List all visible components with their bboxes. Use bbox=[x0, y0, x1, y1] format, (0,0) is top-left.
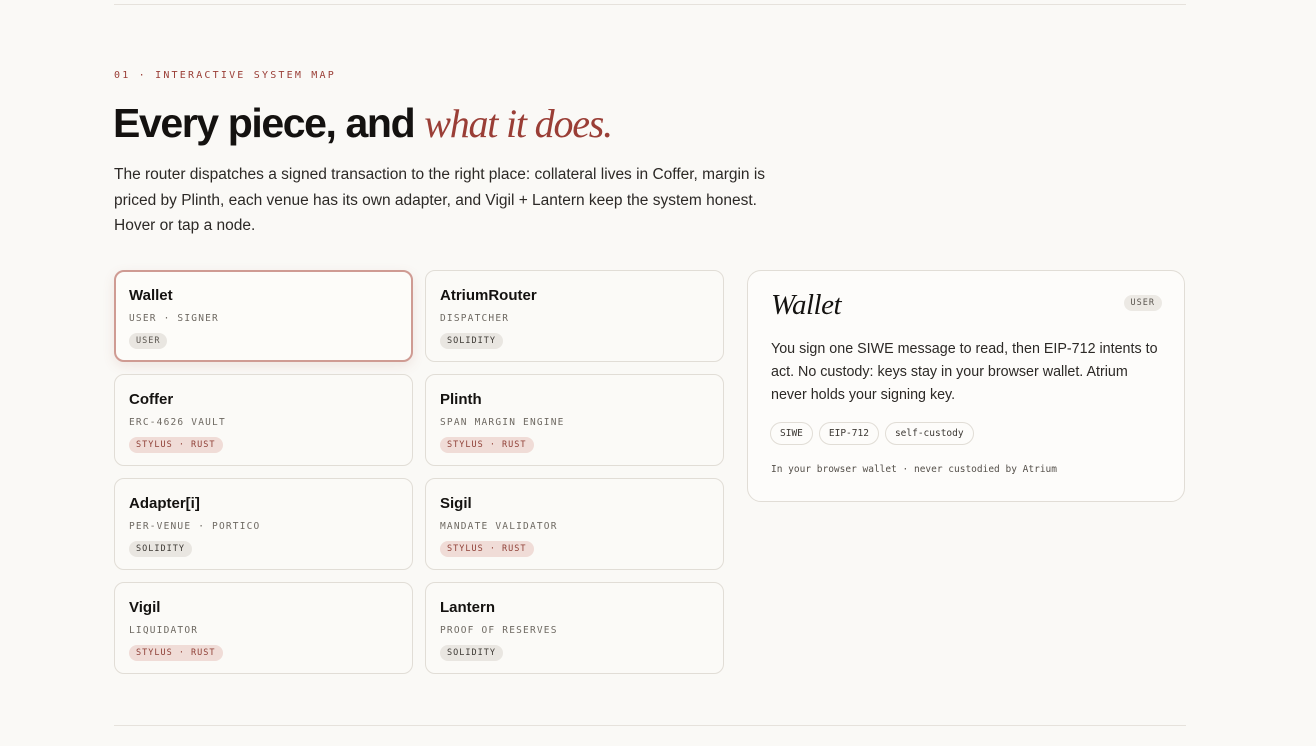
node-card-lantern[interactable]: Lantern PROOF OF RESERVES SOLIDITY bbox=[425, 582, 724, 674]
node-role: ERC-4626 VAULT bbox=[129, 417, 226, 428]
node-card-atriumrouter[interactable]: AtriumRouter DISPATCHER SOLIDITY bbox=[425, 270, 724, 362]
node-role: DISPATCHER bbox=[440, 313, 510, 324]
node-role: SPAN MARGIN ENGINE bbox=[440, 417, 565, 428]
node-card-plinth[interactable]: Plinth SPAN MARGIN ENGINE STYLUS · RUST bbox=[425, 374, 724, 466]
detail-badge: USER bbox=[1123, 295, 1162, 311]
node-tag: STYLUS · RUST bbox=[129, 437, 223, 453]
node-role: LIQUIDATOR bbox=[129, 625, 199, 636]
node-title: Wallet bbox=[129, 287, 173, 304]
node-tag: SOLIDITY bbox=[440, 333, 503, 349]
node-tag: STYLUS · RUST bbox=[440, 437, 534, 453]
node-title: Vigil bbox=[129, 599, 161, 616]
node-title: Plinth bbox=[440, 391, 482, 408]
node-card-adapter[interactable]: Adapter[i] PER-VENUE · PORTICO SOLIDITY bbox=[114, 478, 413, 570]
node-card-wallet[interactable]: Wallet USER · SIGNER USER bbox=[114, 270, 413, 362]
detail-chip: self-custody bbox=[884, 422, 974, 445]
node-tag: STYLUS · RUST bbox=[440, 541, 534, 557]
node-title: AtriumRouter bbox=[440, 287, 537, 304]
node-title: Lantern bbox=[440, 599, 496, 616]
section-eyebrow: 01 · INTERACTIVE SYSTEM MAP bbox=[114, 70, 336, 81]
detail-chip: EIP-712 bbox=[818, 422, 879, 445]
node-card-vigil[interactable]: Vigil LIQUIDATOR STYLUS · RUST bbox=[114, 582, 413, 674]
node-card-sigil[interactable]: Sigil MANDATE VALIDATOR STYLUS · RUST bbox=[425, 478, 724, 570]
node-role: PROOF OF RESERVES bbox=[440, 625, 558, 636]
node-tag: SOLIDITY bbox=[129, 541, 192, 557]
node-title: Adapter[i] bbox=[129, 495, 200, 512]
detail-footer: In your browser wallet · never custodied… bbox=[771, 464, 1057, 475]
section-intro: The router dispatches a signed transacti… bbox=[114, 166, 766, 234]
bottom-divider bbox=[114, 725, 1186, 726]
node-role: USER · SIGNER bbox=[129, 313, 219, 324]
section-headline: Every piece, and what it does. bbox=[113, 97, 613, 150]
top-divider bbox=[114, 4, 1186, 5]
node-role: PER-VENUE · PORTICO bbox=[129, 521, 261, 532]
node-detail-panel: Wallet USER You sign one SIWE message to… bbox=[747, 270, 1185, 502]
headline-accent: what it does. bbox=[424, 101, 613, 146]
node-tag: STYLUS · RUST bbox=[129, 645, 223, 661]
node-title: Sigil bbox=[440, 495, 472, 512]
node-tag: USER bbox=[129, 333, 168, 349]
headline-main: Every piece, and bbox=[113, 100, 425, 146]
node-tag: SOLIDITY bbox=[440, 645, 503, 661]
node-role: MANDATE VALIDATOR bbox=[440, 521, 558, 532]
detail-description: You sign one SIWE message to read, then … bbox=[771, 341, 1158, 403]
detail-chip: SIWE bbox=[770, 422, 813, 445]
detail-chips: SIWE EIP-712 self-custody bbox=[770, 422, 974, 445]
node-card-coffer[interactable]: Coffer ERC-4626 VAULT STYLUS · RUST bbox=[114, 374, 413, 466]
detail-title: Wallet bbox=[771, 289, 842, 321]
node-title: Coffer bbox=[129, 391, 174, 408]
